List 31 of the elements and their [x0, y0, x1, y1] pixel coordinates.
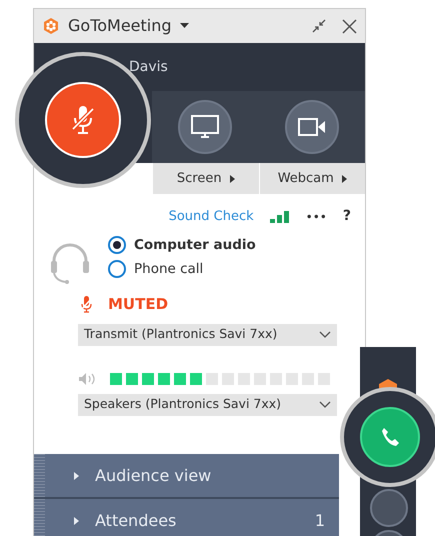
signal-icon: [270, 210, 290, 222]
screen-button[interactable]: [370, 489, 408, 527]
sound-check-link[interactable]: Sound Check: [168, 206, 254, 226]
caret-right-icon: [74, 472, 79, 480]
collapsible-panel[interactable]: Audience view: [34, 454, 339, 499]
speakers-dropdown[interactable]: Speakers (Plantronics Savi 7xx): [78, 394, 337, 416]
logo-icon: [42, 17, 60, 35]
caret-icon[interactable]: [180, 23, 189, 29]
collapsible-panel[interactable]: Attendees 1: [34, 499, 339, 536]
organizer-name: Davis: [129, 58, 168, 76]
chevron-down-icon: [319, 401, 331, 408]
option-label[interactable]: Phone call: [134, 259, 204, 280]
caret-right-icon: [230, 174, 235, 182]
headset-icon: [48, 241, 92, 285]
collapse-icon[interactable]: [312, 19, 326, 33]
help-link[interactable]: ?: [342, 206, 351, 227]
caret-right-icon: [74, 516, 79, 524]
video-camera-icon: [298, 117, 326, 137]
microphone-dropdown[interactable]: Transmit (Plantronics Savi 7xx): [78, 324, 337, 346]
phone-icon: [379, 426, 401, 448]
mute-status: MUTED: [108, 294, 168, 315]
option-label[interactable]: Computer audio: [134, 235, 256, 256]
close-icon[interactable]: [342, 18, 357, 34]
chevron-down-icon: [319, 331, 331, 338]
muted-mic-icon: [72, 105, 94, 135]
more-options[interactable]: •••: [306, 208, 327, 226]
monitor-icon: [191, 115, 220, 139]
radio-button[interactable]: [108, 260, 126, 278]
muted-mic-icon: [81, 296, 92, 313]
caret-right-icon: [342, 174, 347, 182]
radio-button[interactable]: [108, 236, 126, 254]
